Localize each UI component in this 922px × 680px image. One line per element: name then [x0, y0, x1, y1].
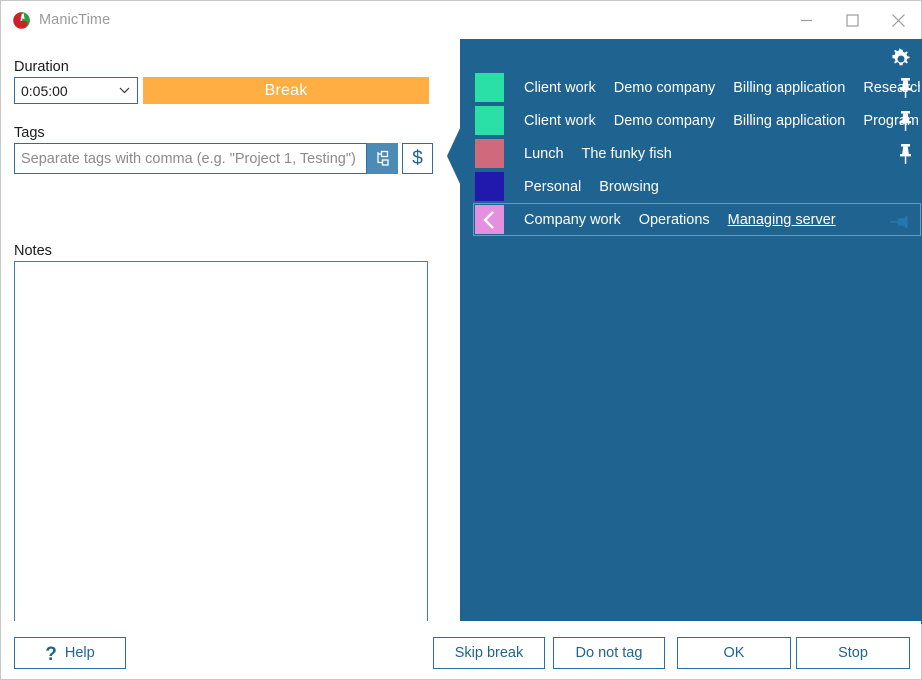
tag-part: Billing application	[733, 112, 846, 129]
tag-part: Demo company	[613, 79, 716, 96]
tag-part: Company work	[524, 211, 621, 228]
manictime-logo-icon	[12, 11, 31, 30]
stop-button[interactable]: Stop	[796, 637, 910, 669]
tag-part: Client work	[524, 112, 596, 129]
tag-part[interactable]: Managing server	[728, 212, 836, 228]
pin-icon[interactable]	[892, 140, 918, 168]
callout-arrow-left-icon	[447, 126, 461, 186]
tag-hierarchy-icon[interactable]	[367, 143, 398, 174]
window-controls	[783, 1, 921, 39]
tag-row[interactable]: Lunch The funky fish	[473, 137, 921, 170]
tag-color-swatch	[475, 73, 504, 102]
tag-row[interactable]: Client work Demo company Billing applica…	[473, 71, 921, 104]
title-bar-left: ManicTime	[1, 11, 110, 30]
manictime-window: ManicTime Duration 0:05:00 Break Tags Se…	[0, 0, 922, 680]
help-button[interactable]: ? Help	[14, 637, 126, 669]
tag-color-swatch	[475, 205, 504, 234]
tag-part: Browsing	[599, 178, 659, 195]
tag-part: Demo company	[613, 112, 716, 129]
dollar-glyph: $	[412, 147, 423, 169]
tag-part: Billing application	[733, 79, 846, 96]
tags-label: Tags	[14, 125, 45, 141]
help-button-label: Help	[64, 645, 95, 661]
duration-label: Duration	[14, 59, 69, 75]
tag-row-text: Client work Demo company Billing applica…	[524, 113, 920, 129]
skip-break-button[interactable]: Skip break	[433, 637, 545, 669]
dollar-icon[interactable]: $	[402, 143, 433, 174]
tag-row-text: Lunch The funky fish	[524, 146, 920, 162]
notes-input[interactable]	[14, 261, 428, 623]
tag-color-swatch	[475, 172, 504, 201]
pin-icon[interactable]	[892, 74, 918, 102]
app-title: ManicTime	[39, 12, 111, 28]
chevron-down-icon	[115, 87, 137, 94]
tag-suggestions-panel: Client work Demo company Billing applica…	[460, 39, 922, 624]
tag-row-text: Personal Browsing	[524, 179, 920, 195]
tag-row[interactable]: Personal Browsing	[473, 170, 921, 203]
duration-value: 0:05:00	[21, 82, 68, 99]
duration-dropdown[interactable]: 0:05:00	[14, 77, 138, 104]
tags-row: $	[14, 143, 433, 174]
maximize-icon[interactable]	[829, 1, 875, 39]
notes-label: Notes	[14, 243, 52, 259]
ok-button[interactable]: OK	[677, 637, 791, 669]
close-icon[interactable]	[875, 1, 921, 39]
minimize-icon[interactable]	[783, 1, 829, 39]
tag-part: The funky fish	[581, 145, 672, 162]
tag-part: Lunch	[524, 145, 564, 162]
tags-input[interactable]	[14, 143, 367, 174]
title-bar: ManicTime	[1, 1, 921, 39]
tag-row[interactable]: Company work Operations Managing server	[473, 203, 921, 236]
tag-list: Client work Demo company Billing applica…	[473, 71, 921, 236]
tag-color-swatch	[475, 106, 504, 135]
question-mark-icon: ?	[45, 643, 57, 665]
tag-row-text: Client work Demo company Billing applica…	[524, 80, 920, 96]
chevron-left-icon	[483, 210, 494, 229]
tag-part: Operations	[638, 211, 710, 228]
gear-icon[interactable]	[888, 46, 914, 72]
tag-part: Personal	[524, 178, 582, 195]
tag-color-swatch	[475, 139, 504, 168]
tag-row[interactable]: Client work Demo company Billing applica…	[473, 104, 921, 137]
break-button[interactable]: Break	[143, 77, 429, 104]
pin-flag-icon[interactable]	[886, 208, 912, 236]
do-not-tag-button[interactable]: Do not tag	[553, 637, 665, 669]
tag-row-text: Company work Operations Managing server	[524, 212, 920, 228]
pin-icon[interactable]	[892, 107, 918, 135]
tag-part: Client work	[524, 79, 596, 96]
